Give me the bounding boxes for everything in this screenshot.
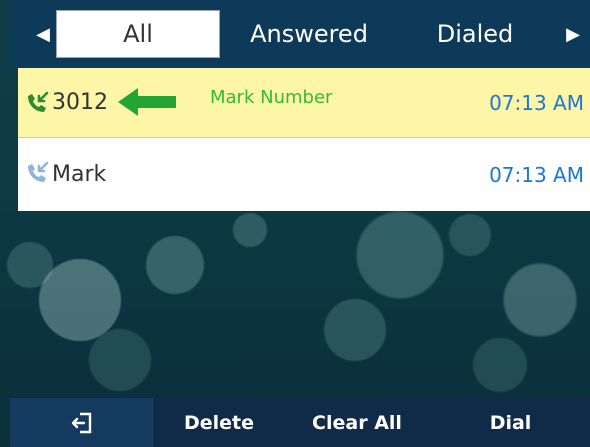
tab-answered[interactable]: Answered <box>232 10 386 58</box>
clear-all-label: Clear All <box>312 411 402 434</box>
tab-left-arrow-icon[interactable]: ◀ <box>28 0 58 68</box>
annotation-label: Mark Number <box>210 87 333 108</box>
delete-button[interactable]: Delete <box>155 398 283 447</box>
softkey-bar: Delete Clear All Dial <box>10 398 590 447</box>
incoming-call-icon <box>28 161 49 182</box>
tab-dialed[interactable]: Dialed <box>420 10 530 58</box>
call-time: 07:13 AM <box>489 90 584 115</box>
back-button[interactable] <box>10 398 155 447</box>
delete-label: Delete <box>183 411 255 434</box>
caller-number: 3012 <box>52 90 108 115</box>
tab-dialed-label: Dialed <box>436 20 514 48</box>
call-time: 07:13 AM <box>489 162 584 187</box>
exit-icon <box>71 412 92 433</box>
dial-label: Dial <box>489 411 532 434</box>
call-log-list: 3012 Mark Number 07:13 AM Mark 07:13 AM <box>18 68 590 211</box>
tab-all[interactable]: All <box>56 10 220 58</box>
dial-button[interactable]: Dial <box>431 398 590 447</box>
tab-right-arrow-icon[interactable]: ▶ <box>558 0 588 68</box>
call-log-row[interactable]: Mark 07:13 AM <box>18 138 590 211</box>
clear-all-button[interactable]: Clear All <box>283 398 431 447</box>
call-log-row[interactable]: 3012 Mark Number 07:13 AM <box>18 68 590 138</box>
tab-bar: ◀ All Answered Dialed ▶ <box>10 0 590 68</box>
caller-name: Mark <box>52 162 107 187</box>
incoming-call-icon <box>28 91 49 112</box>
tab-answered-label: Answered <box>250 20 368 48</box>
left-arrow-icon <box>118 88 176 116</box>
tab-all-label: All <box>123 20 153 48</box>
